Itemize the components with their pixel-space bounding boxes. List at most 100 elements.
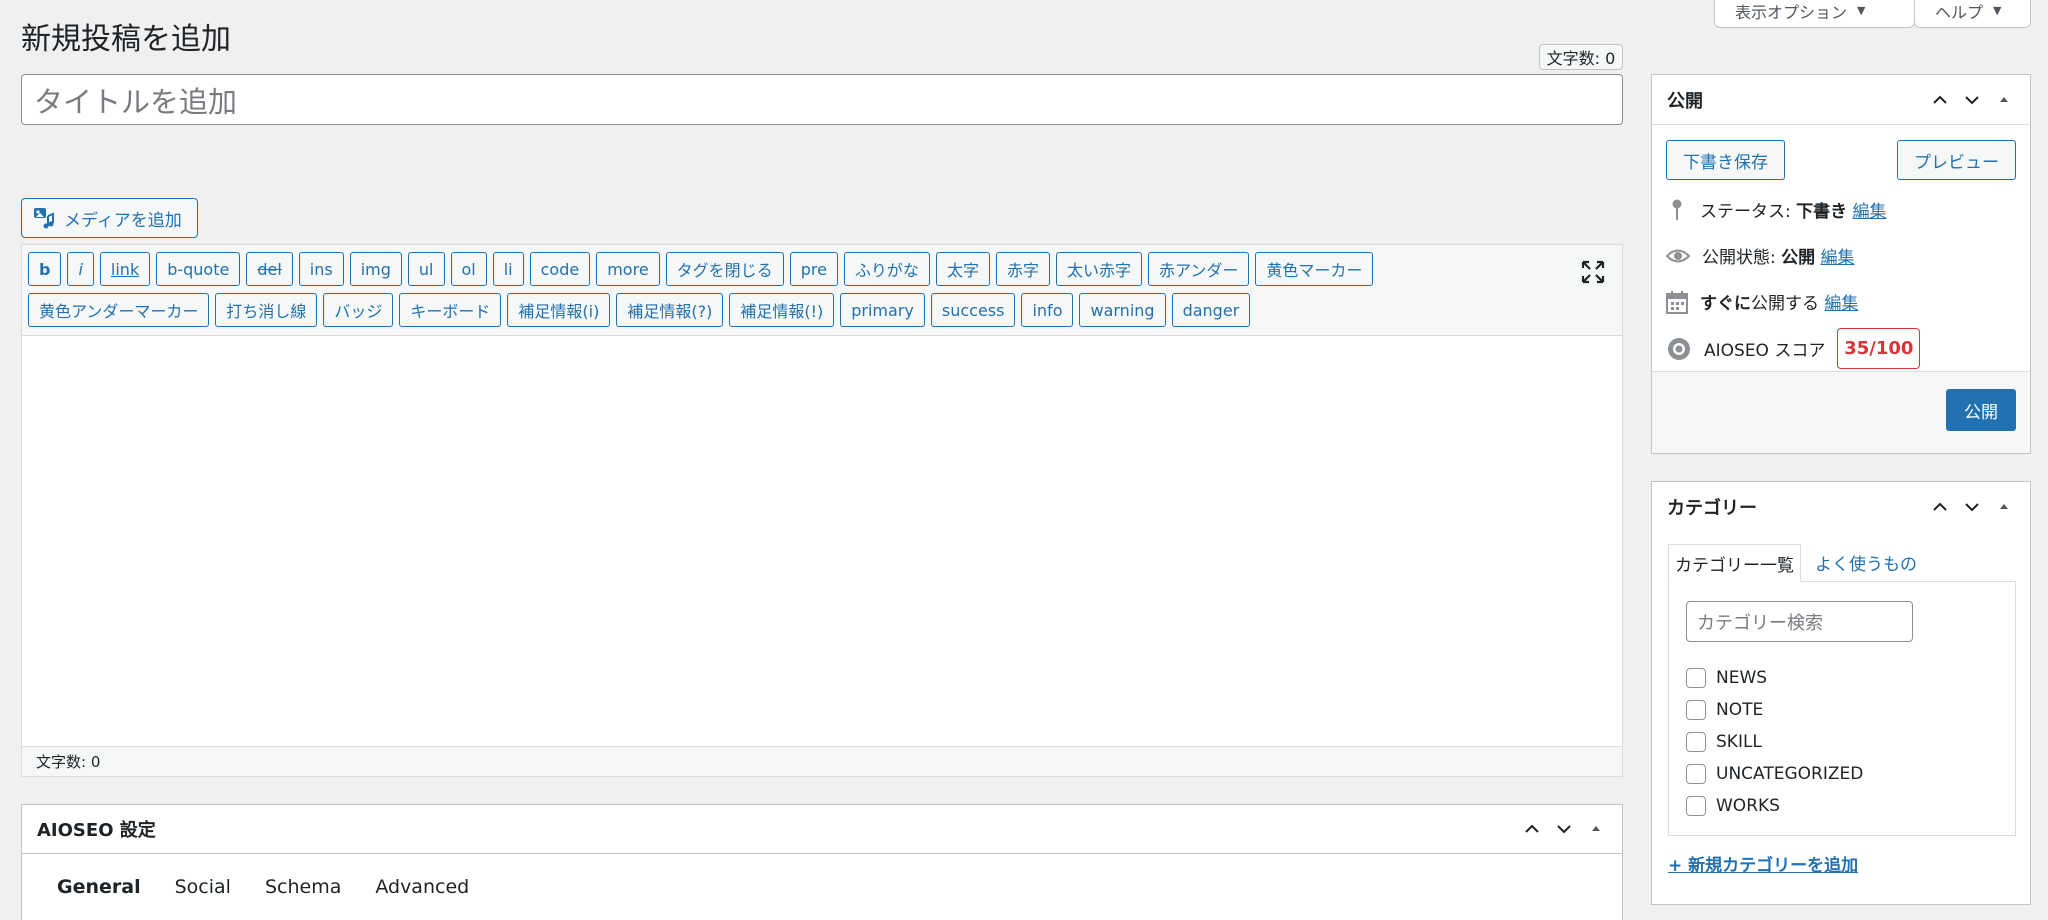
status-row: ステータス: 下書き 編集 bbox=[1666, 197, 1887, 222]
tab-most-used[interactable]: よく使うもの bbox=[1801, 544, 1923, 582]
quicktag-button[interactable]: danger bbox=[1171, 293, 1251, 327]
quicktag-button[interactable]: ins bbox=[298, 252, 344, 286]
help-label: ヘルプ bbox=[1935, 2, 1984, 22]
aioseo-tab-schema[interactable]: Schema bbox=[248, 854, 358, 920]
publish-box-title: 公開 bbox=[1667, 90, 1703, 112]
text-editor[interactable]: b i link b-quote del ins img ul ol li code more タグを閉… bbox=[21, 244, 1623, 777]
pin-icon bbox=[1672, 199, 1682, 220]
quicktag-button[interactable]: img bbox=[349, 252, 402, 286]
quicktag-button[interactable]: 赤アンダー bbox=[1147, 252, 1250, 286]
status-label: ステータス: bbox=[1700, 202, 1791, 222]
category-item[interactable]: NEWS bbox=[1686, 662, 1863, 694]
fullscreen-icon[interactable] bbox=[1580, 259, 1606, 285]
quicktag-button[interactable]: 黄色アンダーマーカー bbox=[28, 293, 210, 327]
save-draft-button[interactable]: 下書き保存 bbox=[1666, 140, 1785, 180]
eye-icon bbox=[1666, 249, 1690, 262]
quicktag-button[interactable]: 黄色マーカー bbox=[1255, 252, 1374, 286]
aioseo-score-badge[interactable]: 35/100 bbox=[1837, 328, 1921, 369]
quicktag-button[interactable]: link bbox=[99, 252, 151, 286]
add-new-category-link[interactable]: + 新規カテゴリーを追加 bbox=[1668, 851, 1858, 876]
categories-box-title: カテゴリー bbox=[1667, 498, 1757, 519]
quicktag-button[interactable]: 打ち消し線 bbox=[215, 293, 318, 327]
chevron-up-icon[interactable] bbox=[1929, 89, 1951, 111]
category-checkbox[interactable] bbox=[1686, 796, 1706, 816]
quicktag-button[interactable]: code bbox=[529, 252, 591, 286]
post-title-input[interactable]: タイトルを追加 bbox=[21, 74, 1623, 125]
aioseo-tab-social[interactable]: Social bbox=[158, 854, 248, 920]
quicktag-button[interactable]: 補足情報(!) bbox=[729, 293, 835, 327]
category-checkbox[interactable] bbox=[1686, 668, 1706, 688]
chevron-down-icon[interactable] bbox=[1961, 89, 1983, 111]
aioseo-score-row: AIOSEO スコア 35/100 bbox=[1666, 328, 1921, 369]
schedule-bold: すぐに bbox=[1700, 294, 1751, 314]
preview-button[interactable]: プレビュー bbox=[1897, 140, 2016, 180]
category-item[interactable]: WORKS bbox=[1686, 790, 1863, 822]
category-item[interactable]: SKILL bbox=[1686, 726, 1863, 758]
quicktag-button[interactable]: 補足情報(i) bbox=[507, 293, 611, 327]
triangle-down-icon: ▼ bbox=[1857, 4, 1866, 17]
quicktag-button[interactable]: del bbox=[246, 252, 293, 286]
quicktag-button[interactable]: 太字 bbox=[935, 252, 990, 286]
chevron-down-icon[interactable] bbox=[1553, 818, 1575, 840]
category-checkbox[interactable] bbox=[1686, 732, 1706, 752]
post-title-placeholder: タイトルを追加 bbox=[34, 84, 238, 119]
category-checkbox[interactable] bbox=[1686, 764, 1706, 784]
aioseo-tab-advanced[interactable]: Advanced bbox=[358, 854, 486, 920]
quicktag-button[interactable]: pre bbox=[789, 252, 838, 286]
visibility-row: 公開状態: 公開 編集 bbox=[1666, 243, 1855, 268]
quicktag-button[interactable]: タグを閉じる bbox=[665, 252, 784, 286]
quicktag-button[interactable]: success bbox=[930, 293, 1016, 327]
add-media-button[interactable]: メディアを追加 bbox=[21, 198, 198, 238]
category-search-placeholder: カテゴリー検索 bbox=[1697, 612, 1823, 634]
aioseo-box-header: AIOSEO 設定 bbox=[22, 805, 1622, 854]
help-tab[interactable]: ヘルプ ▼ bbox=[1914, 0, 2031, 28]
quicktag-button[interactable]: info bbox=[1021, 293, 1074, 327]
visibility-edit-link[interactable]: 編集 bbox=[1821, 248, 1855, 268]
page-title: 新規投稿を追加 bbox=[21, 22, 231, 57]
aioseo-gear-icon bbox=[1668, 337, 1690, 360]
add-media-label: メディアを追加 bbox=[64, 210, 182, 231]
category-item[interactable]: NOTE bbox=[1686, 694, 1863, 726]
screen-options-label: 表示オプション bbox=[1735, 2, 1848, 22]
screen-options-tab[interactable]: 表示オプション ▼ bbox=[1714, 0, 1915, 28]
toggle-panel-icon[interactable] bbox=[1993, 89, 2015, 111]
quicktag-button[interactable]: li bbox=[492, 252, 524, 286]
aioseo-box-title: AIOSEO 設定 bbox=[37, 820, 156, 841]
category-label: UNCATEGORIZED bbox=[1716, 764, 1864, 784]
category-search-input[interactable]: カテゴリー検索 bbox=[1686, 601, 1913, 642]
quicktag-button[interactable]: キーボード bbox=[399, 293, 502, 327]
quicktag-button[interactable]: b bbox=[28, 252, 62, 286]
category-checkbox[interactable] bbox=[1686, 700, 1706, 720]
quicktag-button[interactable]: 補足情報(?) bbox=[616, 293, 724, 327]
chevron-down-icon[interactable] bbox=[1961, 496, 1983, 518]
quicktags-row-2: 黄色アンダーマーカー 打ち消し線 バッジ キーボード 補足情報(i) 補足情報(?) 補足情… bbox=[28, 293, 1616, 327]
quicktag-button[interactable]: ul bbox=[407, 252, 445, 286]
quicktag-button[interactable]: ふりがな bbox=[843, 252, 930, 286]
quicktag-button[interactable]: b-quote bbox=[156, 252, 241, 286]
aioseo-score-label: AIOSEO スコア bbox=[1704, 341, 1826, 361]
tab-all-categories[interactable]: カテゴリー一覧 bbox=[1668, 544, 1801, 582]
categories-box-header: カテゴリー bbox=[1652, 482, 2030, 532]
category-item[interactable]: UNCATEGORIZED bbox=[1686, 758, 1863, 790]
quicktag-button[interactable]: i bbox=[67, 252, 94, 286]
status-edit-link[interactable]: 編集 bbox=[1853, 202, 1887, 222]
toggle-panel-icon[interactable] bbox=[1993, 496, 2015, 518]
quicktag-button[interactable]: 太い赤字 bbox=[1055, 252, 1142, 286]
quicktag-button[interactable]: バッジ bbox=[323, 293, 394, 327]
status-value: 下書き bbox=[1796, 202, 1848, 222]
quicktag-button[interactable]: more bbox=[596, 252, 660, 286]
quicktag-button[interactable]: ol bbox=[450, 252, 487, 286]
toggle-panel-icon[interactable] bbox=[1585, 818, 1607, 840]
quicktag-button[interactable]: 赤字 bbox=[995, 252, 1050, 286]
chevron-up-icon[interactable] bbox=[1521, 818, 1543, 840]
editor-statusbar: 文字数: 0 bbox=[22, 746, 1622, 776]
visibility-label: 公開状態: bbox=[1702, 248, 1776, 268]
category-label: NEWS bbox=[1716, 668, 1768, 688]
schedule-edit-link[interactable]: 編集 bbox=[1824, 294, 1858, 314]
quicktag-button[interactable]: primary bbox=[840, 293, 925, 327]
quicktag-button[interactable]: warning bbox=[1079, 293, 1166, 327]
chevron-up-icon[interactable] bbox=[1929, 496, 1951, 518]
aioseo-tab-general[interactable]: General bbox=[40, 854, 158, 920]
publish-button[interactable]: 公開 bbox=[1946, 389, 2016, 431]
title-char-count: 文字数: 0 bbox=[1539, 44, 1623, 70]
